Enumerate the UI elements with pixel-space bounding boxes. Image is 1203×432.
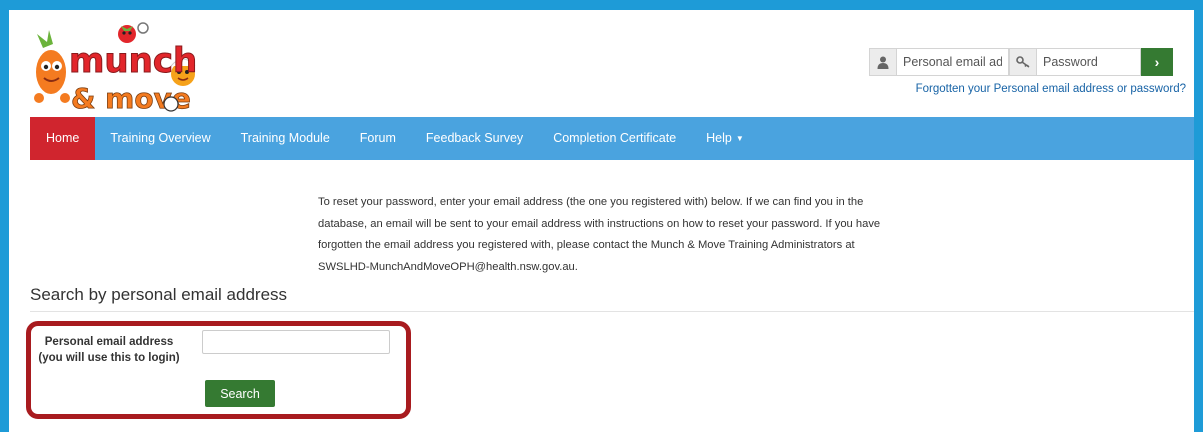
email-field[interactable] <box>202 330 390 354</box>
section-title: Search by personal email address <box>30 285 288 304</box>
user-icon <box>869 48 897 76</box>
nav-training-module[interactable]: Training Module <box>226 117 345 160</box>
nav-help-dropdown[interactable]: Help ▼ <box>691 117 759 160</box>
ball-icon <box>163 96 179 112</box>
nav-help-label: Help <box>706 131 732 145</box>
munch-and-move-logo[interactable]: munch & move <box>31 22 206 114</box>
email-field-label-line2: (you will use this to login) <box>38 352 180 364</box>
main-navbar: Home Training Overview Training Module F… <box>30 117 1194 160</box>
key-icon <box>1009 48 1037 76</box>
login-submit-button[interactable]: › <box>1141 48 1173 76</box>
nav-training-overview[interactable]: Training Overview <box>95 117 225 160</box>
chevron-right-icon: › <box>1154 54 1160 70</box>
login-password-input[interactable] <box>1037 48 1141 76</box>
email-field-label-line1: Personal email address <box>44 336 174 348</box>
forgot-credentials-link[interactable]: Forgotten your Personal email address or… <box>916 83 1186 95</box>
login-email-input[interactable] <box>897 48 1009 76</box>
divider <box>30 311 1194 312</box>
tomato-mascot-icon <box>118 22 149 43</box>
login-form: › <box>869 48 1173 76</box>
nav-feedback-survey[interactable]: Feedback Survey <box>411 117 538 160</box>
carrot-mascot-icon <box>34 30 70 103</box>
email-field-label: Personal email address (you will use thi… <box>31 334 187 366</box>
nav-home[interactable]: Home <box>30 117 96 160</box>
nav-forum[interactable]: Forum <box>345 117 411 160</box>
nav-completion-certificate[interactable]: Completion Certificate <box>538 117 691 160</box>
search-button[interactable]: Search <box>205 380 275 407</box>
logo-word-munch: munch <box>69 41 197 81</box>
caret-down-icon: ▼ <box>735 134 744 144</box>
page-frame: munch & move › Forgotten your Personal e… <box>9 10 1194 432</box>
reset-instructions: To reset your password, enter your email… <box>318 196 881 273</box>
